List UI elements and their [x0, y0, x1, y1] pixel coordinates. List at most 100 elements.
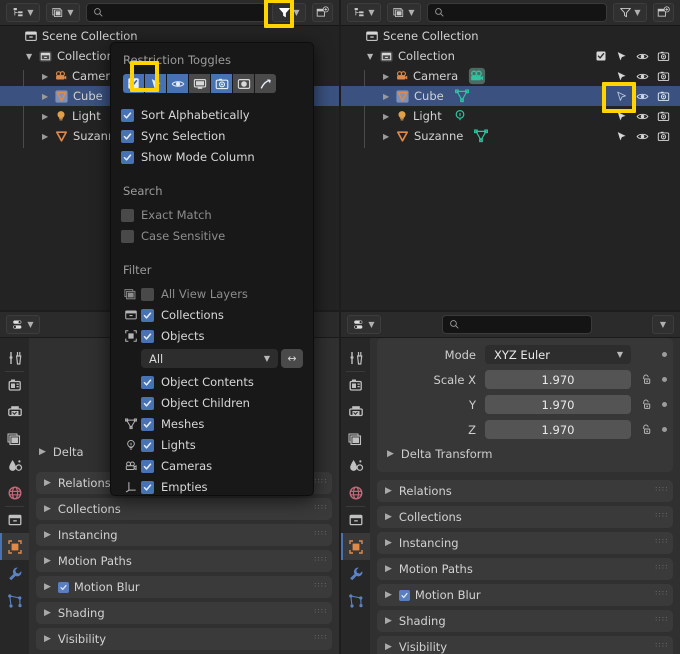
scale-x-input[interactable]: 1.970	[485, 370, 631, 389]
drag-grip-icon[interactable]: ::::	[314, 581, 326, 591]
panel-motion-paths[interactable]: ▶ Motion Paths ::::	[377, 558, 673, 580]
drag-grip-icon[interactable]: ::::	[314, 555, 326, 565]
properties-tab-particles[interactable]	[341, 587, 370, 614]
outliner-row-scene-collection[interactable]: Scene Collection	[341, 26, 680, 46]
properties-editor-type-button[interactable]: ▼	[347, 315, 381, 334]
animate-property-dot[interactable]	[662, 427, 667, 432]
properties-tab-render[interactable]	[0, 371, 29, 398]
object-contents-checkbox[interactable]	[141, 375, 154, 389]
animate-property-dot[interactable]	[662, 377, 667, 382]
drag-grip-icon[interactable]: ::::	[655, 537, 667, 547]
panel-instancing[interactable]: ▶ Instancing ::::	[36, 524, 332, 546]
panel-motion-paths[interactable]: ▶ Motion Paths ::::	[36, 550, 332, 572]
drag-grip-icon[interactable]: ::::	[314, 503, 326, 513]
meshes-filter-checkbox[interactable]	[141, 417, 154, 431]
outliner-row-camera[interactable]: ▶ Camera	[341, 66, 680, 86]
sync-selection-row[interactable]: Sync Selection	[121, 126, 303, 146]
disclosure-triangle-open[interactable]: ▼	[26, 52, 38, 61]
expand-arrows-icon[interactable]: ↔	[281, 349, 303, 368]
properties-tab-collection[interactable]	[0, 506, 29, 533]
cameras-filter-checkbox[interactable]	[141, 459, 154, 473]
disclosure-triangle[interactable]: ▶	[42, 112, 54, 121]
selectable-cursor-icon[interactable]	[611, 86, 632, 106]
rotation-mode-dropdown[interactable]: XYZ Euler ▼	[485, 345, 631, 364]
eye-icon[interactable]	[632, 86, 653, 106]
outliner-filter-button[interactable]: ▼	[272, 3, 306, 22]
objects-filter-checkbox[interactable]	[141, 329, 154, 343]
eye-icon[interactable]	[632, 46, 653, 66]
unlock-icon[interactable]	[637, 423, 655, 436]
lights-filter-checkbox[interactable]	[141, 438, 154, 452]
properties-tab-object[interactable]	[0, 533, 29, 560]
outliner-row-collection[interactable]: ▼ Collection	[341, 46, 680, 66]
case-sensitive-checkbox[interactable]	[121, 229, 134, 243]
indirect-only-toggle[interactable]	[255, 74, 276, 93]
show-mode-column-row[interactable]: Show Mode Column	[121, 147, 303, 167]
animate-property-dot[interactable]	[662, 402, 667, 407]
exact-match-checkbox[interactable]	[121, 208, 134, 222]
exclude-checkbox-icon[interactable]	[590, 46, 611, 66]
properties-editor-type-button[interactable]: ▼	[6, 315, 40, 334]
disclosure-triangle[interactable]: ▶	[42, 132, 54, 141]
outliner-display-mode-button[interactable]: ▼	[6, 3, 40, 22]
properties-tab-tool[interactable]	[341, 344, 370, 371]
object-contents-row[interactable]: Object Contents	[141, 372, 303, 392]
panel-collections[interactable]: ▶ Collections ::::	[377, 506, 673, 528]
camera-data-icon[interactable]	[468, 67, 486, 85]
selectable-cursor-icon[interactable]	[611, 46, 632, 66]
unlock-icon[interactable]	[637, 398, 655, 411]
properties-tab-render[interactable]	[341, 371, 370, 398]
panel-relations[interactable]: ▶ Relations ::::	[377, 480, 673, 502]
disclosure-triangle[interactable]: ▶	[42, 92, 54, 101]
object-children-row[interactable]: Object Children	[141, 393, 303, 413]
disclosure-triangle[interactable]: ▶	[383, 92, 395, 101]
case-sensitive-row[interactable]: Case Sensitive	[121, 226, 303, 246]
cameras-filter-row[interactable]: Cameras	[121, 456, 303, 476]
properties-tab-tool[interactable]	[0, 344, 29, 371]
properties-tab-modifiers[interactable]	[0, 560, 29, 587]
selectable-toggle[interactable]	[145, 74, 166, 93]
outliner-search-input[interactable]	[427, 3, 607, 22]
sort-alphabetically-checkbox[interactable]	[121, 108, 134, 122]
objects-filter-row[interactable]: Objects	[121, 326, 303, 346]
panel-visibility[interactable]: ▶ Visibility ::::	[36, 628, 332, 650]
disclosure-triangle[interactable]: ▶	[383, 132, 395, 141]
eye-icon[interactable]	[632, 106, 653, 126]
disclosure-triangle[interactable]: ▶	[383, 72, 395, 81]
properties-tab-world[interactable]	[341, 479, 370, 506]
sync-selection-checkbox[interactable]	[121, 129, 134, 143]
outliner-row-light[interactable]: ▶ Light	[341, 106, 680, 126]
properties-tab-scene[interactable]	[0, 452, 29, 479]
disclosure-triangle[interactable]: ▶	[383, 112, 395, 121]
outliner-display-mode-button[interactable]: ▼	[347, 3, 381, 22]
all-view-layers-row[interactable]: All View Layers	[121, 284, 303, 304]
panel-motion-blur[interactable]: ▶ Motion Blur ::::	[377, 584, 673, 606]
sort-alphabetically-row[interactable]: Sort Alphabetically	[121, 105, 303, 125]
collections-filter-row[interactable]: Collections	[121, 305, 303, 325]
objects-state-dropdown[interactable]: All ▼	[141, 349, 278, 368]
selectable-cursor-icon[interactable]	[611, 106, 632, 126]
new-collection-button[interactable]	[653, 3, 674, 22]
all-view-layers-checkbox[interactable]	[141, 287, 154, 301]
drag-grip-icon[interactable]: ::::	[655, 589, 667, 599]
disable-in-viewports-toggle[interactable]	[189, 74, 210, 93]
camera-render-icon[interactable]	[653, 106, 674, 126]
object-children-checkbox[interactable]	[141, 396, 154, 410]
outliner-filter-button[interactable]: ▼	[613, 3, 647, 22]
disable-in-renders-toggle[interactable]	[211, 74, 232, 93]
animate-property-dot[interactable]	[662, 352, 667, 357]
properties-search-input[interactable]	[441, 315, 592, 334]
empties-filter-row[interactable]: Empties	[121, 477, 303, 495]
properties-tab-output[interactable]	[341, 398, 370, 425]
properties-tab-object[interactable]	[341, 533, 370, 560]
properties-tab-view-layer[interactable]	[0, 425, 29, 452]
disclosure-triangle[interactable]: ▶	[42, 72, 54, 81]
unlock-icon[interactable]	[637, 373, 655, 386]
properties-tab-world[interactable]	[0, 479, 29, 506]
drag-grip-icon[interactable]: ::::	[655, 615, 667, 625]
new-collection-button[interactable]	[312, 3, 333, 22]
exact-match-row[interactable]: Exact Match	[121, 205, 303, 225]
empties-filter-checkbox[interactable]	[141, 480, 154, 494]
scale-z-input[interactable]: 1.970	[485, 420, 631, 439]
drag-grip-icon[interactable]: ::::	[655, 563, 667, 573]
